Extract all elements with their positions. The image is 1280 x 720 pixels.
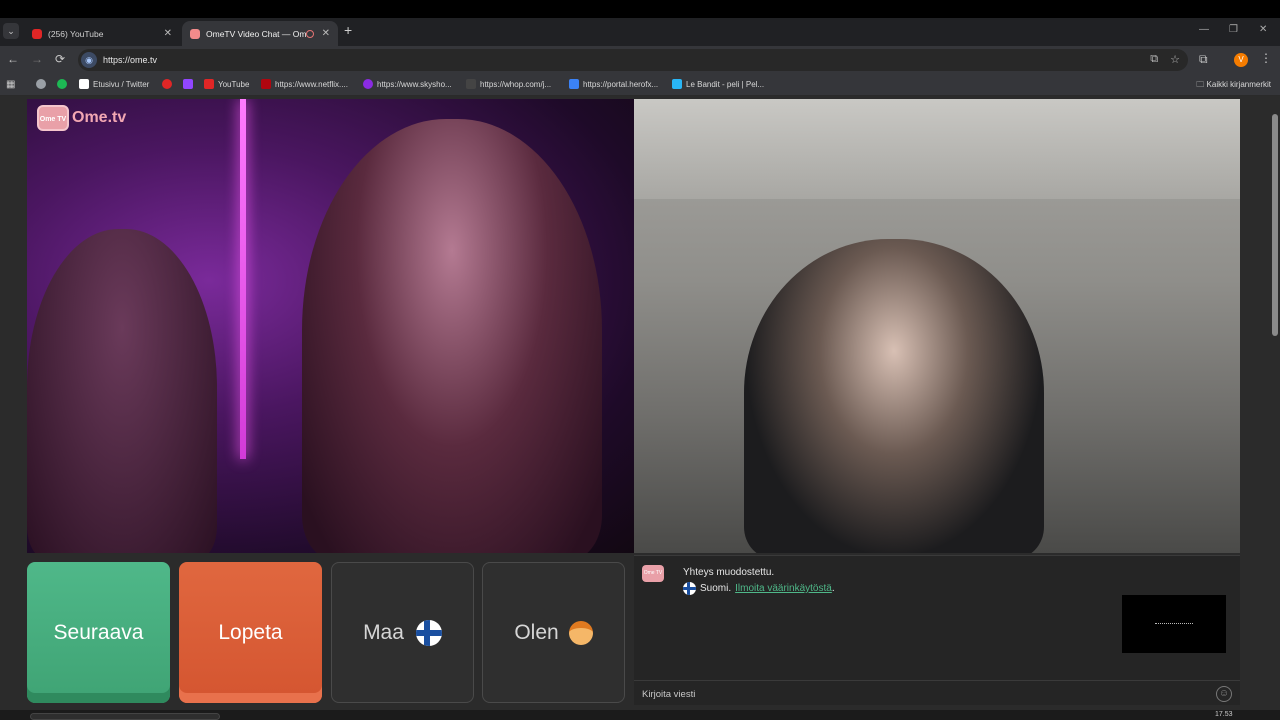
apps-grid-icon[interactable]: ▦: [6, 79, 15, 90]
browser-toolbar: ← → ⟳ ◉ https://ome.tv ⧉ ☆: [0, 46, 1280, 74]
finland-flag-icon: [415, 619, 442, 646]
bookmark-item[interactable]: https://whop.com/j...: [466, 79, 551, 89]
bookmark-item[interactable]: Etusivu / Twitter: [79, 79, 149, 89]
install-app-icon[interactable]: ⧉: [1150, 53, 1158, 66]
forward-button[interactable]: →: [31, 52, 43, 66]
ceiling: [634, 99, 1240, 199]
ometv-favicon-icon: [190, 28, 200, 39]
stop-button-label: Lopeta: [218, 620, 283, 644]
all-bookmarks-button[interactable]: 🗀 Kaikki kirjanmerkit: [1196, 79, 1271, 93]
x-twitter-icon: [79, 79, 89, 89]
country-select-button[interactable]: Maa: [331, 562, 474, 703]
profile-avatar[interactable]: V: [1234, 53, 1248, 67]
country-text: Suomi.: [700, 583, 732, 594]
all-bookmarks-label: Kaikki kirjanmerkit: [1206, 80, 1271, 89]
bookmark-star-icon[interactable]: ☆: [1170, 53, 1180, 66]
herofx-icon: [569, 79, 579, 89]
browser-tab-bar: ⌄ (256) YouTube ✕ OmeTV Video Chat — Ome…: [0, 18, 1280, 46]
youtube-icon: [204, 79, 214, 89]
logo-badge: Ome TV: [37, 105, 69, 131]
tab-ometv[interactable]: OmeTV Video Chat — Ome ✕: [182, 21, 338, 46]
bookmark-item[interactable]: [183, 79, 197, 89]
extensions-puzzle-icon[interactable]: ⧉: [1199, 52, 1208, 67]
emoji-picker-icon[interactable]: ☺: [1216, 686, 1232, 702]
address-bar[interactable]: ◉ https://ome.tv ⧉ ☆: [78, 49, 1188, 71]
minimize-window-icon[interactable]: —: [1199, 24, 1209, 35]
netflix-icon: [261, 79, 271, 89]
close-window-icon[interactable]: ✕: [1259, 24, 1267, 35]
country-button-label: Maa: [363, 620, 404, 644]
report-abuse-link[interactable]: Ilmoita väärinkäytöstä: [735, 583, 832, 594]
bookmark-label: https://whop.com/j...: [480, 79, 552, 89]
tab-youtube[interactable]: (256) YouTube ✕: [24, 21, 180, 46]
scrollbar-thumb[interactable]: [1272, 114, 1278, 336]
male-face-icon: [568, 620, 593, 645]
spotify-icon: [57, 79, 67, 89]
tab-close-icon[interactable]: ✕: [164, 28, 172, 39]
bookmark-label: Etusivu / Twitter: [93, 79, 150, 89]
bookmark-label: YouTube: [218, 79, 250, 89]
chat-input-placeholder[interactable]: Kirjoita viesti: [642, 689, 695, 700]
ometv-logo: Ome TV Ome.tv: [37, 105, 126, 131]
report-suffix: .: [831, 583, 835, 594]
new-tab-button[interactable]: +: [344, 22, 352, 38]
youtube-icon: [162, 79, 172, 89]
person-silhouette: [744, 239, 1044, 553]
page-scrollbar[interactable]: [1270, 100, 1280, 700]
back-button[interactable]: ←: [7, 52, 19, 66]
os-taskbar: 17.53: [0, 710, 1280, 720]
person-silhouette: [302, 119, 602, 553]
screen-top-strip: [0, 0, 1280, 18]
bookmark-item[interactable]: https://www.skysho...: [363, 79, 452, 89]
chrome-icon: [36, 79, 46, 89]
bookmark-item[interactable]: [57, 79, 71, 89]
camera-site-info-icon[interactable]: ◉: [81, 52, 97, 68]
ometv-chat-avatar: Ome TV: [642, 565, 664, 582]
bookmark-item[interactable]: Le Bandit - peli | Pel...: [672, 79, 764, 89]
next-button-label: Seuraava: [53, 620, 144, 644]
bookmark-label: https://www.netflix....: [275, 79, 348, 89]
bookmark-label: Le Bandit - peli | Pel...: [686, 79, 765, 89]
self-preview: [1122, 595, 1226, 653]
bookmark-item[interactable]: https://www.netflix....: [261, 79, 348, 89]
bookmarks-bar: ▦ Etusivu / Twitter YouTube https://www.…: [0, 74, 1280, 96]
tab-close-icon[interactable]: ✕: [322, 28, 330, 39]
play-icon: [672, 79, 682, 89]
recording-indicator-icon: [305, 29, 314, 38]
reload-button[interactable]: ⟳: [55, 52, 65, 66]
tab-title: OmeTV Video Chat — Ome: [206, 28, 306, 39]
bookmark-label: https://portal.herofx...: [583, 79, 659, 89]
finland-flag-icon: [683, 582, 696, 595]
bookmark-item[interactable]: YouTube: [204, 79, 249, 89]
bookmark-item[interactable]: [162, 79, 176, 89]
taskbar-search-box[interactable]: [30, 713, 220, 720]
country-message: Suomi. Ilmoita väärinkäytöstä .: [683, 582, 835, 595]
tab-list-button[interactable]: ⌄: [3, 23, 19, 39]
person-silhouette: [27, 229, 217, 553]
chat-input-area[interactable]: Kirjoita viesti ☺: [634, 680, 1240, 706]
twitch-icon: [183, 79, 193, 89]
taskbar-clock: 17.53: [1215, 711, 1233, 718]
browser-menu-icon[interactable]: ⋮: [1260, 51, 1272, 65]
youtube-favicon-icon: [32, 28, 42, 39]
skyshowtime-icon: [363, 79, 373, 89]
chat-panel: Ome TV Yhteys muodostettu. Suomi. Ilmoit…: [634, 555, 1240, 705]
maximize-window-icon[interactable]: ❐: [1229, 24, 1238, 35]
logo-text: Ome.tv: [72, 109, 127, 126]
bookmark-item[interactable]: https://portal.herofx...: [569, 79, 658, 89]
stop-button[interactable]: Lopeta: [179, 562, 322, 703]
whop-icon: [466, 79, 476, 89]
gender-select-button[interactable]: Olen: [482, 562, 625, 703]
local-video-feed: [634, 99, 1240, 553]
tab-title: (256) YouTube: [48, 28, 104, 39]
bookmark-item[interactable]: [36, 79, 50, 89]
bookmark-label: https://www.skysho...: [377, 79, 452, 89]
url-text[interactable]: https://ome.tv: [103, 55, 157, 65]
gender-button-label: Olen: [514, 620, 559, 644]
led-strip: [240, 99, 246, 459]
next-button[interactable]: Seuraava: [27, 562, 170, 703]
connection-status-message: Yhteys muodostettu.: [683, 567, 775, 578]
remote-video-feed: [27, 99, 634, 553]
folder-icon: 🗀: [1196, 80, 1207, 89]
